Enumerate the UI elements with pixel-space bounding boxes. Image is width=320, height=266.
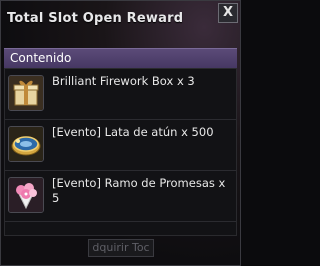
reward-list: Brilliant Firework Box x 3 [Evento] Lata…	[4, 68, 237, 236]
window-title: Total Slot Open Reward	[7, 11, 184, 26]
flower-bouquet-icon	[8, 177, 44, 213]
item-name: [Evento] Ramo de Promesas x 5	[52, 176, 226, 205]
reward-window: Total Slot Open Reward X Contenido Brill…	[0, 0, 241, 266]
acquire-button[interactable]: dquirir Toc	[88, 239, 154, 257]
item-name: [Evento] Lata de atún x 500	[52, 125, 214, 139]
close-button[interactable]: X	[218, 3, 238, 23]
list-item[interactable]: [Evento] Ramo de Promesas x 5	[5, 171, 236, 222]
item-name: Brilliant Firework Box x 3	[52, 74, 195, 88]
gift-box-icon	[8, 75, 44, 111]
list-item[interactable]: Brilliant Firework Box x 3	[5, 69, 236, 120]
section-header: Contenido	[4, 48, 237, 68]
list-item[interactable]: [Evento] Lata de atún x 500	[5, 120, 236, 171]
tuna-can-icon	[8, 126, 44, 162]
section-header-label: Contenido	[10, 51, 72, 65]
